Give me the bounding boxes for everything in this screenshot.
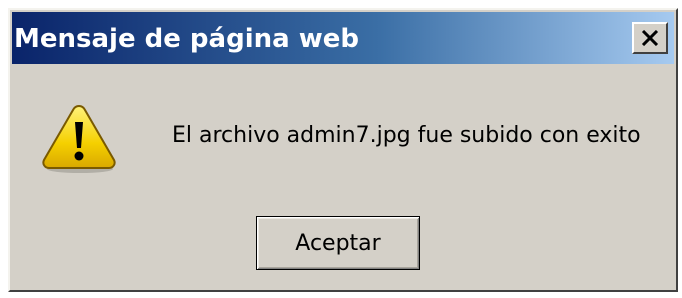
close-button[interactable] <box>632 22 668 54</box>
ok-button[interactable]: Aceptar <box>256 216 420 270</box>
dialog-message: El archivo admin7.jpg fue subido con exi… <box>172 123 641 148</box>
ok-button-label: Aceptar <box>295 230 381 256</box>
alert-dialog: Mensaje de página web El archivo admin7.… <box>8 8 678 292</box>
warning-icon <box>42 104 116 173</box>
dialog-title: Mensaje de página web <box>14 24 359 54</box>
title-bar[interactable]: Mensaje de página web <box>12 12 674 64</box>
close-icon <box>641 30 659 46</box>
